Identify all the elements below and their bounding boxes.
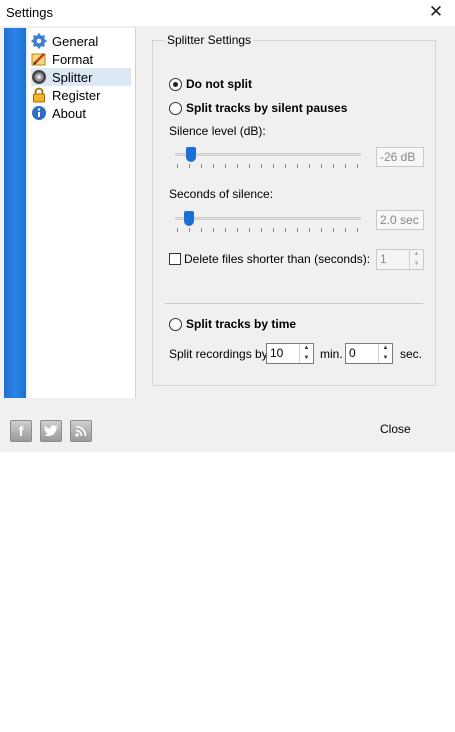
delete-seconds-stepper[interactable]: 1 ▲ ▼ xyxy=(376,249,424,270)
window-title: Settings xyxy=(6,5,53,20)
stepper-down-icon[interactable]: ▼ xyxy=(410,260,423,270)
radio-label: Split tracks by time xyxy=(186,317,297,331)
stepper-value[interactable]: 0 xyxy=(346,344,378,363)
minutes-stepper[interactable]: 10 ▲ ▼ xyxy=(266,343,314,364)
close-button[interactable]: Close xyxy=(380,422,411,436)
checkbox-label: Delete files shorter than (seconds): xyxy=(184,252,371,266)
window-close-icon[interactable]: ✕ xyxy=(425,1,447,23)
group-title: Splitter Settings xyxy=(165,33,254,47)
stepper-value: 1 xyxy=(380,252,387,266)
stepper-value[interactable]: 10 xyxy=(267,344,299,363)
silence-level-slider[interactable] xyxy=(173,145,363,169)
disc-icon xyxy=(32,70,46,84)
stepper-up-icon[interactable]: ▲ xyxy=(379,344,392,354)
minutes-unit: min. xyxy=(320,347,343,361)
nav-item-splitter[interactable]: Splitter xyxy=(31,68,131,86)
radio-do-not-split[interactable]: Do not split xyxy=(169,77,252,91)
settings-nav: General Format Splitter Register About xyxy=(28,28,136,398)
rss-icon[interactable] xyxy=(70,420,92,442)
nav-item-about[interactable]: About xyxy=(31,104,131,122)
slider-track xyxy=(175,153,361,156)
slider-thumb[interactable] xyxy=(184,211,194,226)
info-icon xyxy=(32,106,46,120)
seconds-silence-label: Seconds of silence: xyxy=(169,187,274,201)
nav-label: Register xyxy=(52,87,101,103)
twitter-icon[interactable] xyxy=(40,420,62,442)
nav-label: Format xyxy=(52,51,94,67)
divider xyxy=(165,303,423,304)
splitter-settings-group: Splitter Settings Do not split Split tra… xyxy=(152,33,436,386)
nav-label: About xyxy=(52,105,86,121)
nav-item-register[interactable]: Register xyxy=(31,86,131,104)
radio-label: Do not split xyxy=(186,77,252,91)
stepper-down-icon[interactable]: ▼ xyxy=(379,354,392,364)
radio-split-time[interactable]: Split tracks by time xyxy=(169,317,296,331)
slider-ticks xyxy=(177,164,359,168)
slider-ticks xyxy=(177,228,359,232)
stepper-up-icon[interactable]: ▲ xyxy=(410,250,423,260)
slider-track xyxy=(175,217,361,220)
brand-strip: Streaming Audio Recorder xyxy=(4,28,26,732)
splitter-panel: Splitter Settings Do not split Split tra… xyxy=(136,28,455,398)
stepper-up-icon[interactable]: ▲ xyxy=(300,344,313,354)
title-bar: Settings ✕ xyxy=(0,0,455,26)
seconds-silence-value: 2.0 sec xyxy=(376,210,424,230)
facebook-icon[interactable]: f xyxy=(10,420,32,442)
radio-label: Split tracks by silent pauses xyxy=(186,101,348,115)
seconds-unit: sec. xyxy=(400,347,423,361)
lock-icon xyxy=(33,87,45,103)
radio-indicator xyxy=(169,317,182,331)
checkbox-box[interactable] xyxy=(169,253,181,265)
dialog-footer: f Close xyxy=(0,398,455,452)
nav-label: Splitter xyxy=(52,69,93,85)
stepper-down-icon[interactable]: ▼ xyxy=(300,354,313,364)
radio-split-silent[interactable]: Split tracks by silent pauses xyxy=(169,101,347,115)
slider-thumb[interactable] xyxy=(186,147,196,162)
delete-short-files-checkbox[interactable]: Delete files shorter than (seconds): xyxy=(169,252,370,266)
seconds-silence-slider[interactable] xyxy=(173,209,363,233)
radio-indicator xyxy=(169,101,182,115)
seconds-stepper[interactable]: 0 ▲ ▼ xyxy=(345,343,393,364)
gear-icon xyxy=(31,33,47,49)
nav-item-general[interactable]: General xyxy=(31,32,131,50)
silence-level-value: -26 dB xyxy=(376,147,424,167)
split-by-label: Split recordings by : xyxy=(169,347,275,361)
radio-indicator-checked xyxy=(169,77,182,91)
nav-label: General xyxy=(52,33,99,49)
silence-level-label: Silence level (dB): xyxy=(169,124,266,138)
nav-item-format[interactable]: Format xyxy=(31,50,131,68)
pencil-icon xyxy=(31,53,46,66)
